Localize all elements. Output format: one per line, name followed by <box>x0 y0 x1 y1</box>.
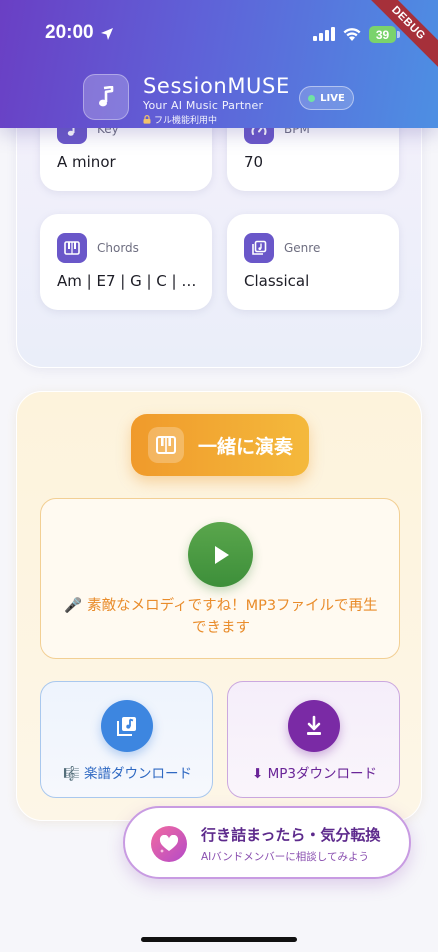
chords-icon-box <box>57 233 87 263</box>
genre-card[interactable]: Genre Classical <box>227 214 399 310</box>
cellular-signal-icon <box>313 27 335 41</box>
status-time: 20:00 <box>45 22 94 43</box>
live-label: LIVE <box>320 92 345 104</box>
genre-value: Classical <box>244 272 310 290</box>
genre-label: Genre <box>284 241 321 255</box>
access-label: フル機能利用中 <box>154 116 218 126</box>
session-panel: 一緒に演奏 🎤 素敵なメロディですね！MP3ファイルで再生できます 🎼 楽譜ダウ… <box>16 391 422 821</box>
play-together-button[interactable]: 一緒に演奏 <box>131 414 309 476</box>
battery-level: 39 <box>369 26 396 43</box>
bpm-value: 70 <box>244 153 264 171</box>
session-info-panel: Key A minor BPM 70 Chords Am | E7 | G | … <box>16 95 422 368</box>
live-badge: LIVE <box>299 86 354 110</box>
consult-subtitle: AIバンドメンバーに相談してみよう <box>201 851 369 863</box>
piano-icon <box>156 436 176 454</box>
chords-value: Am | E7 | G | C | F | … <box>57 272 199 290</box>
key-value: A minor <box>57 153 116 171</box>
app-subtitle: Your AI Music Partner <box>143 99 264 112</box>
home-indicator <box>141 937 297 942</box>
app-logo <box>83 74 129 120</box>
score-download-button[interactable]: 🎼 楽譜ダウンロード <box>40 681 213 798</box>
sheet-music-icon <box>117 717 136 736</box>
access-status: フル機能利用中 <box>143 113 217 126</box>
location-arrow-icon <box>101 28 113 40</box>
score-download-label: 🎼 楽譜ダウンロード <box>62 766 193 782</box>
piano-keys-icon <box>64 241 80 255</box>
chords-card[interactable]: Chords Am | E7 | G | C | F | … <box>40 214 212 310</box>
piano-icon-box <box>148 427 184 463</box>
battery-cap <box>397 31 400 38</box>
genre-icon-box <box>244 233 274 263</box>
wifi-icon <box>343 28 361 41</box>
player-message: 🎤 素敵なメロディですね！MP3ファイルで再生できます <box>64 598 378 636</box>
live-dot-icon <box>308 94 316 102</box>
heart-sparkle-icon <box>159 835 179 853</box>
play-together-label: 一緒に演奏 <box>198 435 294 458</box>
mp3-download-circle <box>288 700 340 752</box>
play-icon <box>214 545 229 564</box>
chords-label: Chords <box>97 241 139 255</box>
app-title: SessionMUSE <box>143 74 290 98</box>
music-library-icon <box>252 240 267 255</box>
music-note-icon <box>99 86 114 107</box>
lock-icon <box>143 115 151 124</box>
mp3-download-label: ⬇ MP3ダウンロード <box>252 766 377 782</box>
score-download-circle <box>101 700 153 752</box>
app-header: 20:00 39 DEBUG SessionMUSE Your AI Music… <box>0 0 438 128</box>
consult-ai-band-button[interactable]: 行き詰まったら・気分転換 AIバンドメンバーに相談してみよう <box>123 806 411 879</box>
download-icon <box>307 715 321 735</box>
battery-indicator: 39 <box>369 26 400 43</box>
status-bar: 20:00 39 <box>0 0 438 60</box>
consult-title: 行き詰まったら・気分転換 <box>201 826 381 844</box>
audio-player: 🎤 素敵なメロディですね！MP3ファイルで再生できます <box>40 498 400 659</box>
consult-icon <box>151 826 187 862</box>
play-button[interactable] <box>188 522 253 587</box>
mp3-download-button[interactable]: ⬇ MP3ダウンロード <box>227 681 400 798</box>
